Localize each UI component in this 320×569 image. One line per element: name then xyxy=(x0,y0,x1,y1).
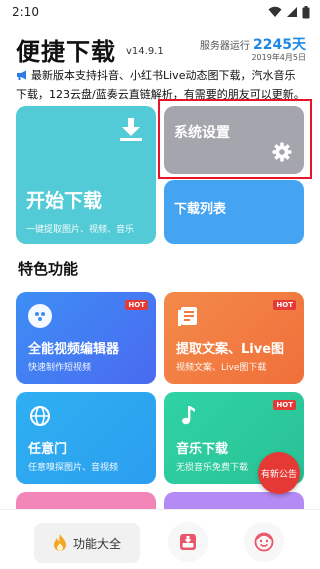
start-date: 2019年4月5日 xyxy=(251,53,306,62)
new-announcement-button[interactable]: 有新公告 xyxy=(258,452,300,494)
feature-extract-text[interactable]: HOT 提取文案、Live图 视频文案、Live图下载 xyxy=(164,292,304,384)
globe-icon xyxy=(28,404,52,428)
server-runtime: 服务器运行 2245天 xyxy=(200,34,306,54)
hot-badge: HOT xyxy=(125,300,148,310)
gear-icon xyxy=(272,142,292,162)
app-title: 便捷下载 xyxy=(16,38,116,66)
feature-title: 提取文案、Live图 xyxy=(176,342,285,357)
feature-subtitle: 任意嗅探图片、音视频 xyxy=(28,463,119,473)
inbox-download-icon xyxy=(180,534,196,550)
download-list-card[interactable]: 下载列表 xyxy=(164,180,304,244)
announcement: 最新版本支持抖音、小红书Live动态图下载，汽水音乐下载，123云盘/蓝奏云直链… xyxy=(16,66,306,104)
feature-title: 音乐下载 xyxy=(176,442,229,457)
smiley-face-icon xyxy=(254,532,274,552)
system-settings-title: 系统设置 xyxy=(174,125,230,141)
start-download-title: 开始下载 xyxy=(26,190,103,212)
nav-profile[interactable] xyxy=(244,522,284,562)
nav-all-features[interactable]: 功能大全 xyxy=(34,523,140,563)
bottom-navigation: 功能大全 xyxy=(0,509,320,569)
feature-title: 全能视频编辑器 xyxy=(28,342,120,357)
music-note-icon xyxy=(176,404,200,428)
feature-subtitle: 视频文案、Live图下载 xyxy=(176,363,267,373)
battery-icon xyxy=(302,5,310,18)
runtime-days: 2245天 xyxy=(253,37,306,53)
download-list-title: 下载列表 xyxy=(174,202,227,217)
start-download-subtitle: 一键提取图片、视频、音乐 xyxy=(26,225,135,235)
feature-subtitle: 快速制作短视频 xyxy=(28,363,92,373)
wifi-icon xyxy=(268,6,282,17)
status-time: 2:10 xyxy=(12,5,39,19)
runtime-label: 服务器运行 xyxy=(199,41,250,52)
feature-any-door[interactable]: 任意门 任意嗅探图片、音视频 xyxy=(16,392,156,484)
feature-subtitle: 无损音乐免费下载 xyxy=(176,463,249,473)
hot-badge: HOT xyxy=(273,300,296,310)
featured-section-title: 特色功能 xyxy=(18,260,79,278)
version-label: v14.9.1 xyxy=(126,46,164,57)
app-header: 便捷下载 v14.9.1 服务器运行 2245天 2019年4月5日 xyxy=(16,32,306,66)
start-download-card[interactable]: 开始下载 一键提取图片、视频、音乐 xyxy=(16,106,156,244)
feature-title: 任意门 xyxy=(28,442,68,457)
announcement-text: 最新版本支持抖音、小红书Live动态图下载，汽水音乐下载，123云盘/蓝奏云直链… xyxy=(16,69,305,101)
system-settings-card[interactable]: 系统设置 xyxy=(164,106,304,174)
hot-badge: HOT xyxy=(273,400,296,410)
feature-video-editor[interactable]: HOT 全能视频编辑器 快速制作短视频 xyxy=(16,292,156,384)
nav-all-features-label: 功能大全 xyxy=(72,536,121,551)
megaphone-icon xyxy=(17,70,26,80)
video-editor-icon xyxy=(28,304,52,328)
status-bar: 2:10 xyxy=(0,0,320,24)
download-icon xyxy=(120,118,142,141)
flame-icon xyxy=(53,534,66,551)
nav-download-inbox[interactable] xyxy=(168,522,208,562)
cellular-signal-icon xyxy=(287,7,297,17)
text-extract-icon xyxy=(176,304,200,328)
